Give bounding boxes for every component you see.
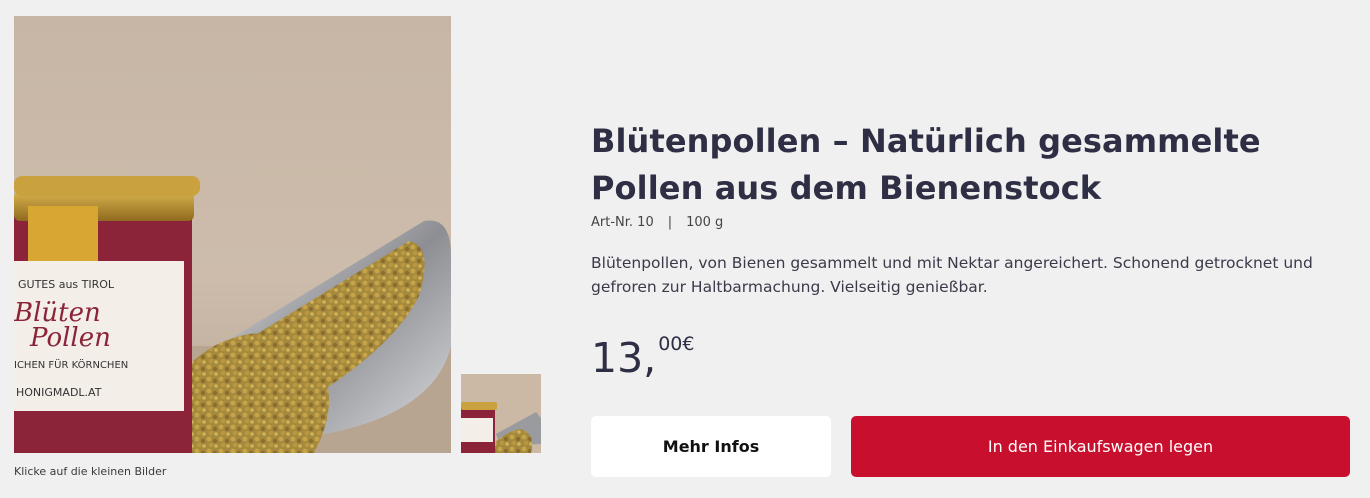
product-gallery: GUTES aus TIROL Blüten Pollen ICHEN FÜR …	[14, 16, 542, 486]
meta-separator: |	[667, 215, 673, 230]
product-main-image[interactable]: GUTES aus TIROL Blüten Pollen ICHEN FÜR …	[14, 16, 451, 453]
product-meta: Art-Nr. 10 | 100 g	[591, 215, 1351, 230]
jar-label-url: HONIGMADL.AT	[16, 386, 102, 399]
price-main: 13,	[591, 334, 657, 382]
product-description: Blütenpollen, von Bienen gesammelt und m…	[591, 254, 1313, 296]
jar-label-origin: GUTES aus TIROL	[18, 278, 115, 291]
product-title: Blütenpollen – Natürlich gesammelte Poll…	[591, 122, 1261, 207]
product-weight: 100 g	[686, 215, 724, 230]
product-thumbnail[interactable]	[461, 374, 541, 453]
price-cents: 00€	[658, 333, 695, 355]
product-info: Blütenpollen – Natürlich gesammelte Poll…	[591, 118, 1351, 299]
article-number: Art-Nr. 10	[591, 215, 654, 230]
thumbnail-image	[461, 374, 541, 453]
pollen-jar-photo: GUTES aus TIROL Blüten Pollen ICHEN FÜR …	[14, 16, 451, 453]
gallery-caption: Klicke auf die kleinen Bilder	[14, 465, 167, 478]
jar-label-brand2: Pollen	[29, 323, 111, 353]
jar-label-tagline: ICHEN FÜR KÖRNCHEN	[14, 358, 128, 371]
product-price: 13, 00€	[591, 333, 694, 383]
add-to-cart-button[interactable]: In den Einkaufswagen legen	[851, 416, 1350, 477]
more-info-button[interactable]: Mehr Infos	[591, 416, 831, 477]
